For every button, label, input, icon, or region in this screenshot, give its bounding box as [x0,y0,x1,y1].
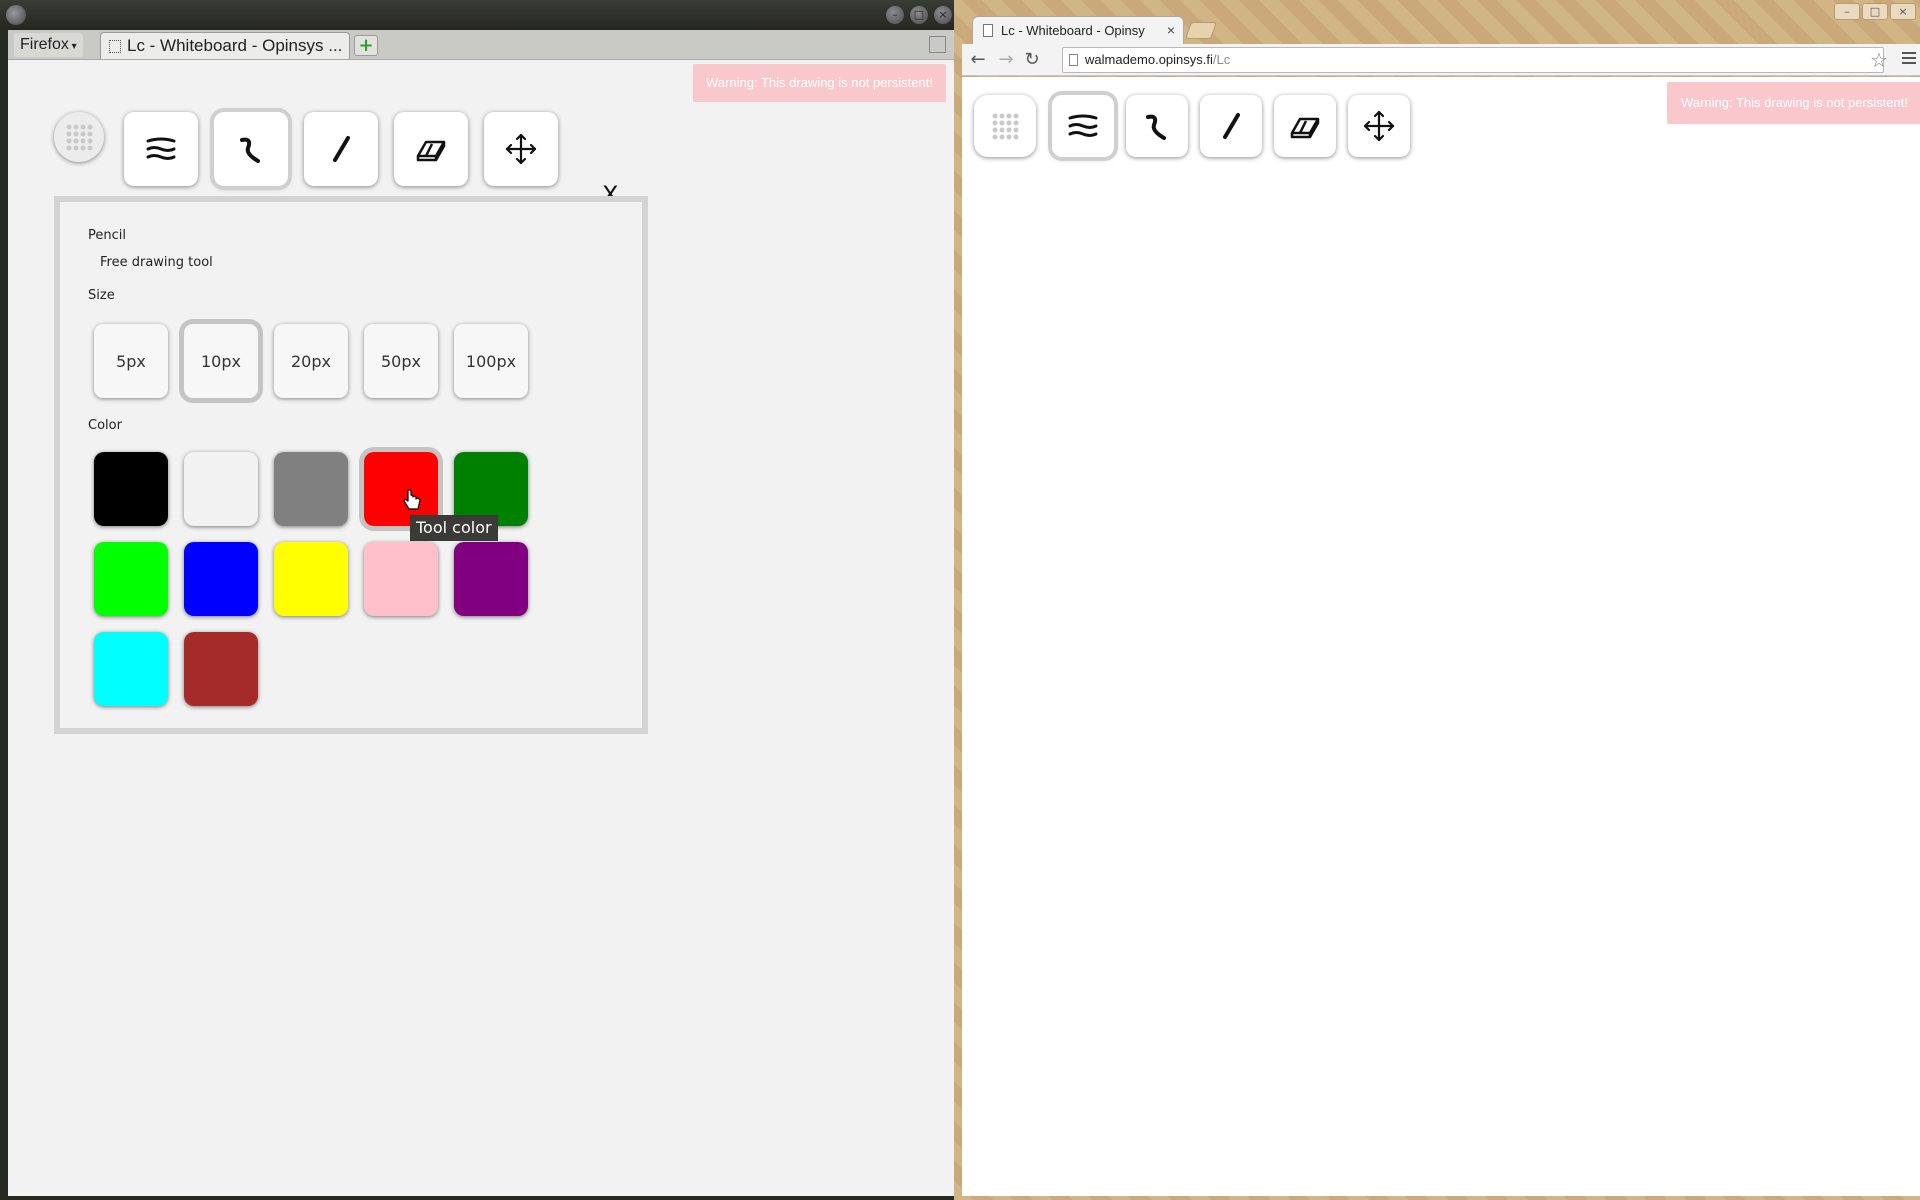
size-option-50px[interactable]: 50px [364,324,438,398]
size-option-100px[interactable]: 100px [454,324,528,398]
tool-line-button[interactable] [304,112,378,186]
color-swatch-purple[interactable] [454,542,528,616]
chrome-toolbar: ← → ↻ walmademo.opinsys.fi/Lc ☆ [962,44,1920,76]
ch-close-button[interactable]: × [1890,3,1916,20]
warning-banner: Warning: This drawing is not persistent! [693,64,946,102]
tool-dots-grid-button[interactable] [54,112,104,162]
tool-line-button[interactable] [1200,95,1262,157]
size-option-20px[interactable]: 20px [274,324,348,398]
chrome-window: – □ × Lc - Whiteboard - Opinsy × ← → ↻ w… [954,0,1920,1200]
tool-eraser-button[interactable] [1274,95,1336,157]
warning-banner: Warning: This drawing is not persistent! [1667,82,1920,124]
ch-minimize-button[interactable]: – [1834,3,1860,20]
ff-close-button[interactable]: × [934,6,952,24]
page-icon [109,40,121,53]
ff-minimize-button[interactable]: – [886,6,904,24]
address-bar[interactable]: walmademo.opinsys.fi/Lc [1062,47,1884,73]
tool-eraser-button[interactable] [394,112,468,186]
firefox-logo-icon [6,5,26,25]
move-arrows-icon [505,133,537,165]
url-host: walmademo.opinsys.fi [1085,52,1213,67]
ch-maximize-button[interactable]: □ [1862,3,1888,20]
firefox-tab-whiteboard[interactable]: Lc - Whiteboard - Opinsys ... [100,32,350,59]
back-arrow-icon[interactable]: ← [968,50,988,70]
color-heading: Color [88,418,122,433]
tool-description: Free drawing tool [100,255,213,270]
page-icon [1069,54,1078,66]
firefox-window: – □ × Firefox ▾ Lc - Whiteboard - Opinsy… [0,0,954,1200]
size-option-5px[interactable]: 5px [94,324,168,398]
move-arrows-icon [1363,110,1395,142]
eraser-icon [1290,117,1320,139]
firefox-menu-label: Firefox [20,36,69,53]
hand-cursor-icon [403,489,421,510]
page-icon [983,24,993,37]
chrome-page-content: Warning: This drawing is not persistent! [962,77,1920,1196]
eraser-icon [416,140,446,162]
size-option-10px[interactable]: 10px [184,324,258,398]
menu-lines-icon [146,137,176,160]
dots-grid-icon [992,113,1019,140]
bookmark-star-icon[interactable]: ☆ [1870,47,1888,73]
firefox-tab-title: Lc - Whiteboard - Opinsys ... [127,36,343,55]
tool-pencil-button[interactable] [214,112,288,186]
firefox-menu-button[interactable]: Firefox ▾ [14,33,83,57]
menu-lines-icon [1068,114,1098,137]
pencil-curve-icon [1146,114,1166,140]
line-icon [333,136,350,162]
ff-maximize-button[interactable]: □ [910,6,928,24]
color-swatch-black[interactable] [94,452,168,526]
pencil-curve-icon [240,137,260,163]
firefox-page-content: Warning: This drawing is not persistent! [8,60,954,1196]
color-swatch-pink[interactable] [364,542,438,616]
color-swatch-yellow[interactable] [274,542,348,616]
tool-menu-button[interactable] [1052,95,1114,157]
tool-color-tooltip: Tool color [410,515,498,541]
tool-settings-panel: Pencil Free drawing tool Size 5px 10px 2… [54,196,648,734]
color-swatch-blue[interactable] [184,542,258,616]
url-path: /Lc [1212,52,1231,67]
new-tab-button[interactable]: + [354,35,378,56]
reload-icon[interactable]: ↻ [1022,50,1042,70]
line-icon [1223,113,1240,139]
firefox-tabstrip: Firefox ▾ Lc - Whiteboard - Opinsys ... … [8,30,954,60]
tool-pencil-button[interactable] [1126,95,1188,157]
size-heading: Size [88,288,115,303]
color-swatch-cyan[interactable] [94,632,168,706]
tool-move-button[interactable] [484,112,558,186]
chrome-menu-icon[interactable] [1902,52,1916,67]
color-swatch-gray[interactable] [274,452,348,526]
tool-menu-button[interactable] [124,112,198,186]
tab-groups-icon[interactable] [929,36,946,53]
tool-move-button[interactable] [1348,95,1410,157]
forward-arrow-icon[interactable]: → [996,50,1016,70]
dots-grid-icon [66,124,93,151]
chevron-down-icon: ▾ [68,41,77,52]
color-swatch-white[interactable] [184,452,258,526]
firefox-titlebar: – □ × [0,0,954,30]
color-swatch-lime[interactable] [94,542,168,616]
chrome-tab-title: Lc - Whiteboard - Opinsy [1001,23,1145,38]
chrome-tab-whiteboard[interactable]: Lc - Whiteboard - Opinsy × [972,16,1184,44]
tab-close-icon[interactable]: × [1167,17,1175,44]
tool-name: Pencil [88,228,126,243]
tool-dots-grid-button[interactable] [974,95,1036,157]
color-swatch-brown[interactable] [184,632,258,706]
